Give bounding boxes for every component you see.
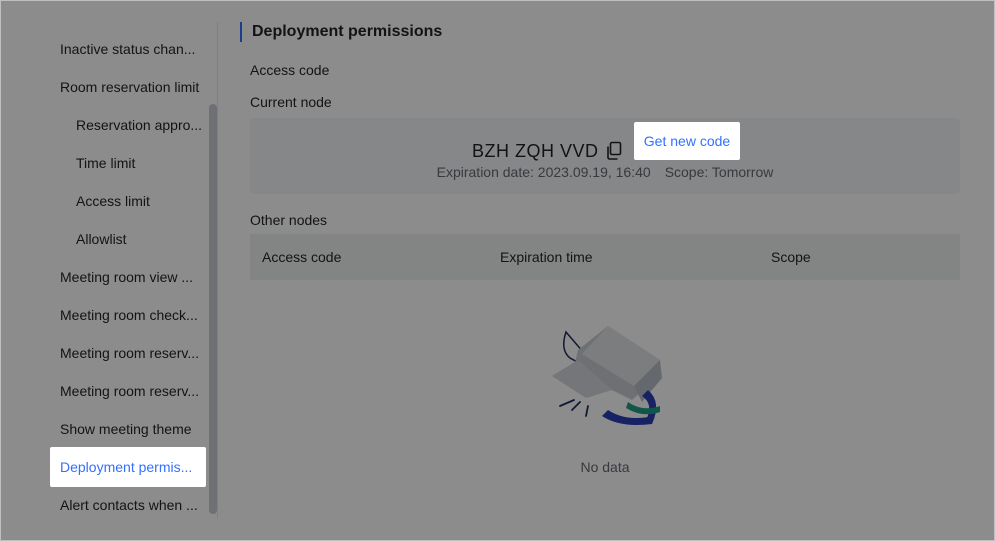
page-title: Deployment permissions <box>240 22 442 42</box>
empty-state-text: No data <box>580 459 630 475</box>
sidebar-scrollbar-thumb[interactable] <box>209 104 217 514</box>
current-code-card: BZH ZQH VVD Expiration date: 2023.09.19,… <box>250 118 960 194</box>
column-header-expiration-time: Expiration time <box>500 249 593 265</box>
access-code-value: BZH ZQH VVD <box>472 141 599 161</box>
sidebar-item-room-reservation-limit[interactable]: Room reservation limit <box>60 68 206 106</box>
sidebar-item-meeting-room-check[interactable]: Meeting room check... <box>60 296 206 334</box>
current-node-label: Current node <box>250 94 332 110</box>
get-new-code-highlight: Get new code <box>634 122 740 160</box>
sidebar-item-deployment-permissions[interactable]: Deployment permis... <box>60 447 202 487</box>
access-code-heading: Access code <box>250 62 330 78</box>
sidebar-item-alert-contacts[interactable]: Alert contacts when ... <box>60 486 206 524</box>
sidebar-item-allowlist[interactable]: Allowlist <box>76 220 206 258</box>
get-new-code-button[interactable]: Get new code <box>634 122 740 160</box>
app-window: Inactive status chan... Room reservation… <box>0 0 995 541</box>
table-header: Access code Expiration time Scope <box>250 234 960 280</box>
sidebar-item-show-meeting-theme[interactable]: Show meeting theme <box>60 410 206 448</box>
sidebar-item-reservation-approval[interactable]: Reservation appro... <box>76 106 206 144</box>
sidebar-item-inactive-status[interactable]: Inactive status chan... <box>60 30 206 68</box>
sidebar-divider <box>217 22 218 518</box>
expiration-date: Expiration date: 2023.09.19, 16:40 <box>436 164 651 180</box>
empty-box-icon <box>550 320 670 440</box>
other-nodes-label: Other nodes <box>250 212 328 228</box>
code-meta: Expiration date: 2023.09.19, 16:40 Scope:… <box>250 164 960 180</box>
sidebar-item-meeting-room-reserv-2[interactable]: Meeting room reserv... <box>60 372 206 410</box>
sidebar-item-meeting-room-reserv-1[interactable]: Meeting room reserv... <box>60 334 206 372</box>
scope-value: Scope: Tomorrow <box>664 164 774 180</box>
sidebar-item-access-limit[interactable]: Access limit <box>76 182 206 220</box>
sidebar-item-time-limit[interactable]: Time limit <box>76 144 206 182</box>
column-header-access-code: Access code <box>262 249 342 265</box>
copy-icon[interactable] <box>605 141 623 161</box>
column-header-scope: Scope <box>771 249 811 265</box>
sidebar-item-meeting-room-view[interactable]: Meeting room view ... <box>60 258 206 296</box>
